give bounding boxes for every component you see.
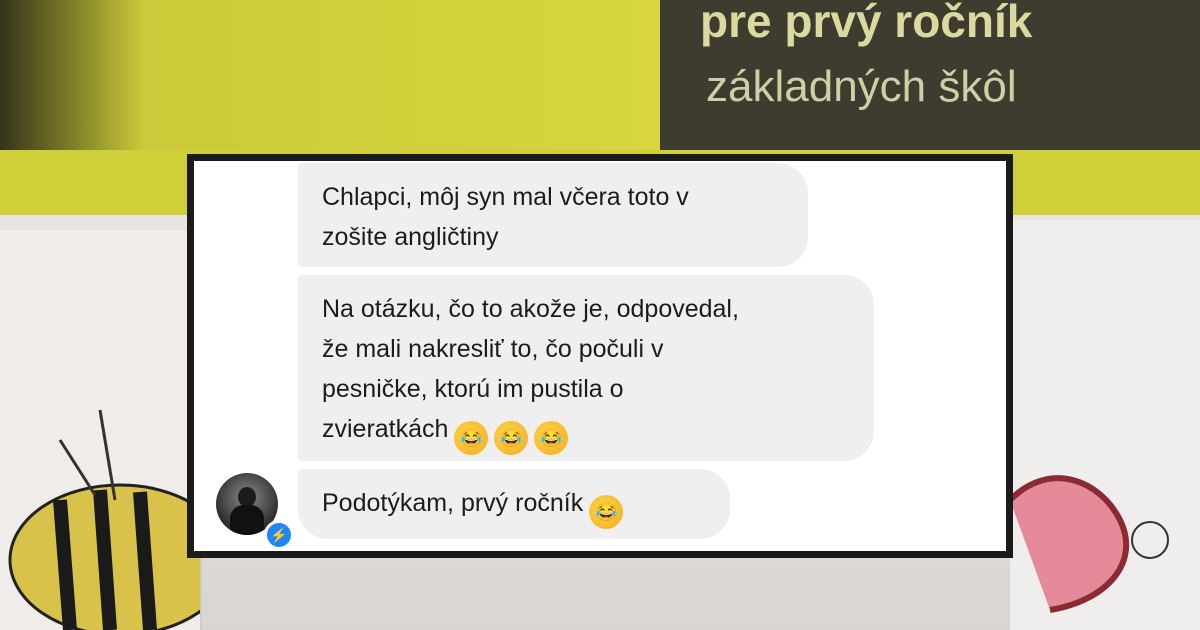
message-card: Chlapci, môj syn mal včera toto v zošite…: [187, 154, 1013, 558]
laughing-emoji-icon: 😂: [494, 421, 529, 455]
drawing-paper-right: [1007, 220, 1200, 630]
book-cover-subtitle: základných škôl: [706, 62, 1017, 111]
message-bubble-2[interactable]: Na otázku, čo to akože je, odpovedal, že…: [298, 275, 874, 461]
laughing-emoji-icon: 😂: [534, 421, 569, 455]
laughing-emoji-icon: 😂: [589, 495, 624, 529]
message-bubble-1[interactable]: Chlapci, môj syn mal včera toto v zošite…: [298, 163, 808, 267]
message-text-2: Na otázku, čo to akože je, odpovedal, že…: [322, 295, 739, 443]
message-text-1: Chlapci, môj syn mal včera toto v zošite…: [322, 183, 689, 251]
message-text-3: Podotýkam, prvý ročník: [322, 489, 584, 517]
drawing-paper-left: [0, 230, 232, 630]
message-bubble-3[interactable]: Podotýkam, prvý ročník 😂: [298, 469, 730, 539]
bee-drawing: [8, 409, 232, 630]
avatar-head: [238, 487, 256, 507]
pig-drawing: [1007, 475, 1169, 613]
messenger-icon: ⚡: [264, 520, 294, 550]
book-cover-title: pre prvý ročník: [700, 0, 1033, 47]
laughing-emoji-icon: 😂: [454, 421, 489, 455]
avatar-body: [230, 505, 264, 535]
